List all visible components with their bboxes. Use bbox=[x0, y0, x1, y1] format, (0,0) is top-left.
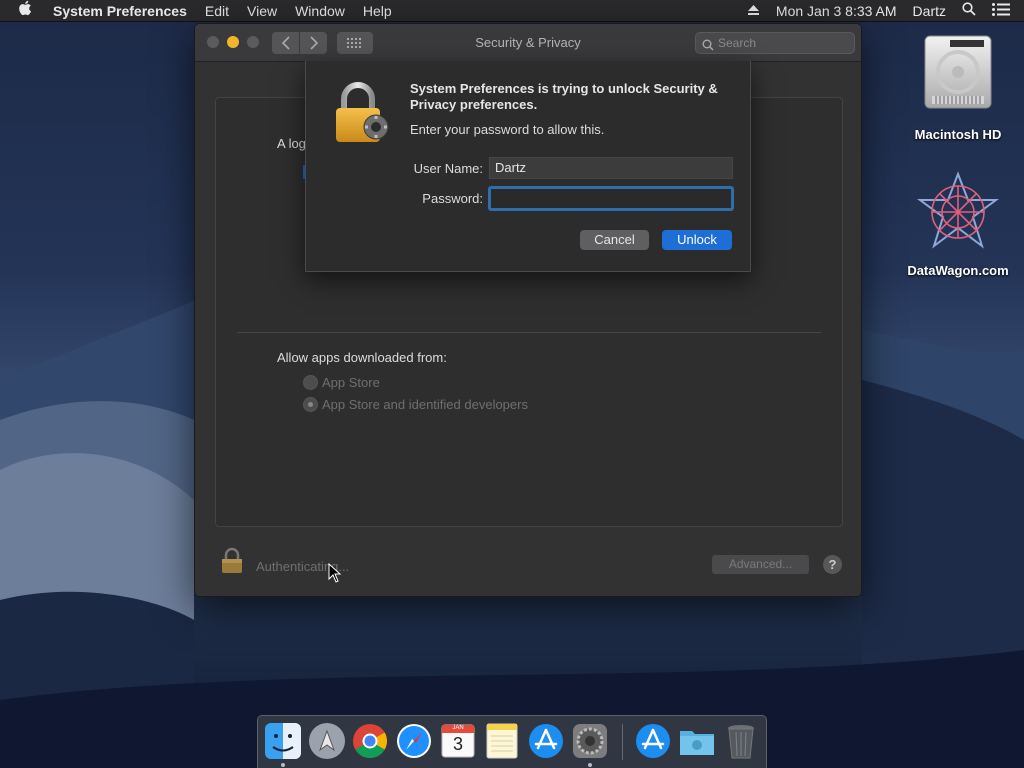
app-store-icon bbox=[529, 724, 563, 758]
dock-calendar[interactable]: JAN 3 bbox=[439, 722, 477, 760]
desktop-icon-datawagon[interactable]: DataWagon.com bbox=[903, 170, 1013, 278]
running-indicator bbox=[281, 763, 285, 767]
finder-icon bbox=[265, 723, 301, 759]
radio-label: App Store bbox=[322, 375, 380, 390]
dock-notes[interactable] bbox=[483, 722, 521, 760]
dock-safari[interactable] bbox=[395, 722, 433, 760]
notification-center-icon[interactable] bbox=[984, 0, 1024, 22]
folder-icon bbox=[680, 731, 714, 755]
unlock-button[interactable]: Unlock bbox=[662, 230, 732, 250]
system-preferences-icon bbox=[573, 724, 607, 758]
dock-downloads-folder[interactable] bbox=[678, 722, 716, 760]
advanced-button[interactable]: Advanced... bbox=[712, 555, 809, 574]
hard-drive-icon bbox=[924, 35, 992, 109]
desktop-icon-label: DataWagon.com bbox=[907, 263, 1009, 278]
dock-separator bbox=[622, 724, 623, 760]
eject-icon[interactable] bbox=[739, 0, 768, 22]
dock-system-preferences[interactable] bbox=[571, 722, 609, 760]
dock: JAN 3 bbox=[257, 715, 767, 768]
menu-view[interactable]: View bbox=[238, 0, 286, 22]
dock-trash[interactable] bbox=[722, 722, 760, 760]
notes-icon bbox=[486, 723, 518, 759]
menu-app-name[interactable]: System Preferences bbox=[44, 0, 196, 22]
calendar-day: 3 bbox=[452, 734, 463, 754]
pane-divider bbox=[237, 332, 821, 333]
menu-bar: System Preferences Edit View Window Help… bbox=[0, 0, 1024, 22]
calendar-month: JAN bbox=[452, 725, 464, 731]
cancel-button[interactable]: Cancel bbox=[580, 230, 649, 250]
password-label: Password: bbox=[422, 191, 483, 206]
chrome-icon bbox=[353, 724, 387, 758]
dock-chrome[interactable] bbox=[351, 722, 389, 760]
menu-help[interactable]: Help bbox=[354, 0, 401, 22]
running-indicator bbox=[588, 763, 592, 767]
username-field[interactable]: Dartz bbox=[489, 157, 733, 179]
login-password-label: A log bbox=[277, 136, 306, 151]
search-input[interactable]: Search bbox=[695, 32, 855, 54]
dock-finder[interactable] bbox=[264, 722, 302, 760]
window-titlebar[interactable]: Security & Privacy Search bbox=[195, 24, 861, 62]
lock-icon bbox=[334, 81, 390, 150]
mouse-cursor-icon bbox=[328, 562, 342, 588]
apple-menu-icon[interactable] bbox=[0, 0, 44, 22]
allow-apps-label: Allow apps downloaded from: bbox=[277, 350, 447, 365]
radio-app-store[interactable]: App Store bbox=[303, 375, 380, 390]
username-label: User Name: bbox=[413, 161, 483, 176]
launchpad-icon bbox=[309, 723, 345, 759]
dock-launchpad[interactable] bbox=[308, 722, 346, 760]
auth-dialog-title: System Preferences is trying to unlock S… bbox=[410, 81, 718, 112]
dock-app-store[interactable] bbox=[527, 722, 565, 760]
menu-user[interactable]: Dartz bbox=[905, 0, 954, 22]
radio-button-selected[interactable] bbox=[303, 397, 318, 412]
dock-app-store-downloads[interactable] bbox=[634, 722, 672, 760]
search-icon bbox=[702, 37, 714, 57]
app-store-downloads-icon bbox=[636, 724, 670, 758]
spotlight-search-icon[interactable] bbox=[954, 0, 984, 22]
lock-icon[interactable] bbox=[220, 547, 244, 580]
trash-icon bbox=[728, 725, 754, 759]
password-field[interactable] bbox=[488, 186, 734, 211]
radio-label: App Store and identified developers bbox=[322, 397, 528, 412]
desktop-icon-label: Macintosh HD bbox=[914, 127, 1002, 142]
search-placeholder: Search bbox=[718, 36, 757, 50]
menu-clock[interactable]: Mon Jan 3 8:33 AM bbox=[768, 0, 905, 22]
auth-dialog: System Preferences is trying to unlock S… bbox=[305, 61, 751, 272]
radio-app-store-identified[interactable]: App Store and identified developers bbox=[303, 397, 528, 412]
menu-window[interactable]: Window bbox=[286, 0, 354, 22]
menu-edit[interactable]: Edit bbox=[196, 0, 238, 22]
radio-button[interactable] bbox=[303, 375, 318, 390]
help-button[interactable]: ? bbox=[823, 555, 842, 574]
auth-dialog-subtitle: Enter your password to allow this. bbox=[410, 122, 605, 137]
safari-icon bbox=[397, 724, 431, 758]
desktop-icon-macintosh-hd[interactable]: Macintosh HD bbox=[903, 32, 1013, 142]
datawagon-logo-icon bbox=[916, 171, 1000, 249]
